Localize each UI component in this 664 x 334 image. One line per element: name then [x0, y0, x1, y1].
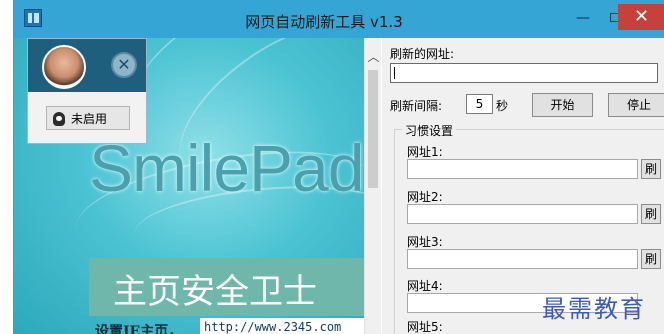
stop-button[interactable]: 停止 — [608, 93, 664, 117]
start-button[interactable]: 开始 — [532, 93, 593, 117]
url-row-refresh-button[interactable]: 刷 — [641, 159, 661, 179]
slogan-text: 主页安全卫士 — [113, 272, 317, 312]
avatar[interactable] — [42, 45, 86, 89]
minimize-button[interactable]: — — [569, 8, 597, 28]
group-title: 习惯设置 — [402, 122, 457, 139]
url-row-label: 网址3: — [407, 235, 443, 249]
home-url: http://www.2345.com — [200, 318, 364, 334]
url-row-label: 网址4: — [407, 279, 443, 293]
refresh-url-label: 刷新的网址: — [390, 47, 455, 61]
text-caret — [394, 67, 395, 79]
status-label: 未启用 — [71, 112, 108, 126]
url-row-label: 网址1: — [407, 145, 443, 159]
home-label: 设置IE主页， — [95, 324, 183, 334]
vertical-scrollbar[interactable]: ︿ — [364, 38, 381, 334]
url-row-refresh-button[interactable]: 刷 — [641, 204, 661, 224]
url-row-input[interactable] — [407, 249, 638, 269]
url-row-label: 网址2: — [407, 190, 443, 204]
status-button[interactable]: 未启用 — [46, 106, 130, 130]
url-row-input[interactable] — [407, 204, 638, 224]
interval-label: 刷新间隔: — [390, 99, 443, 113]
close-button[interactable]: ✕ — [618, 4, 664, 30]
profile-card: ✕ 未启用 — [27, 38, 147, 144]
url-row-label: 网址5: — [407, 320, 443, 334]
app-window: 网页自动刷新工具 v1.3 — ✕ SmilePad 主页安全卫士 设置IE主页… — [13, 0, 664, 334]
scroll-thumb[interactable] — [368, 70, 378, 188]
scroll-up-icon[interactable]: ︿ — [365, 48, 382, 64]
profile-close-icon[interactable]: ✕ — [111, 52, 137, 78]
refresh-url-input[interactable] — [390, 63, 658, 83]
title-bar: 网页自动刷新工具 v1.3 — ✕ — [14, 0, 664, 38]
window-title: 网页自动刷新工具 v1.3 — [245, 13, 403, 31]
slogan-box: 主页安全卫士 — [89, 258, 364, 316]
interval-unit: 秒 — [496, 99, 509, 113]
penguin-icon — [53, 111, 65, 126]
profile-header: ✕ — [28, 39, 146, 92]
watermark-text: 最需教育 — [542, 295, 646, 323]
interval-input[interactable]: 5 — [466, 94, 493, 114]
url-row-input[interactable] — [407, 159, 638, 179]
url-row-refresh-button[interactable]: 刷 — [641, 249, 661, 269]
